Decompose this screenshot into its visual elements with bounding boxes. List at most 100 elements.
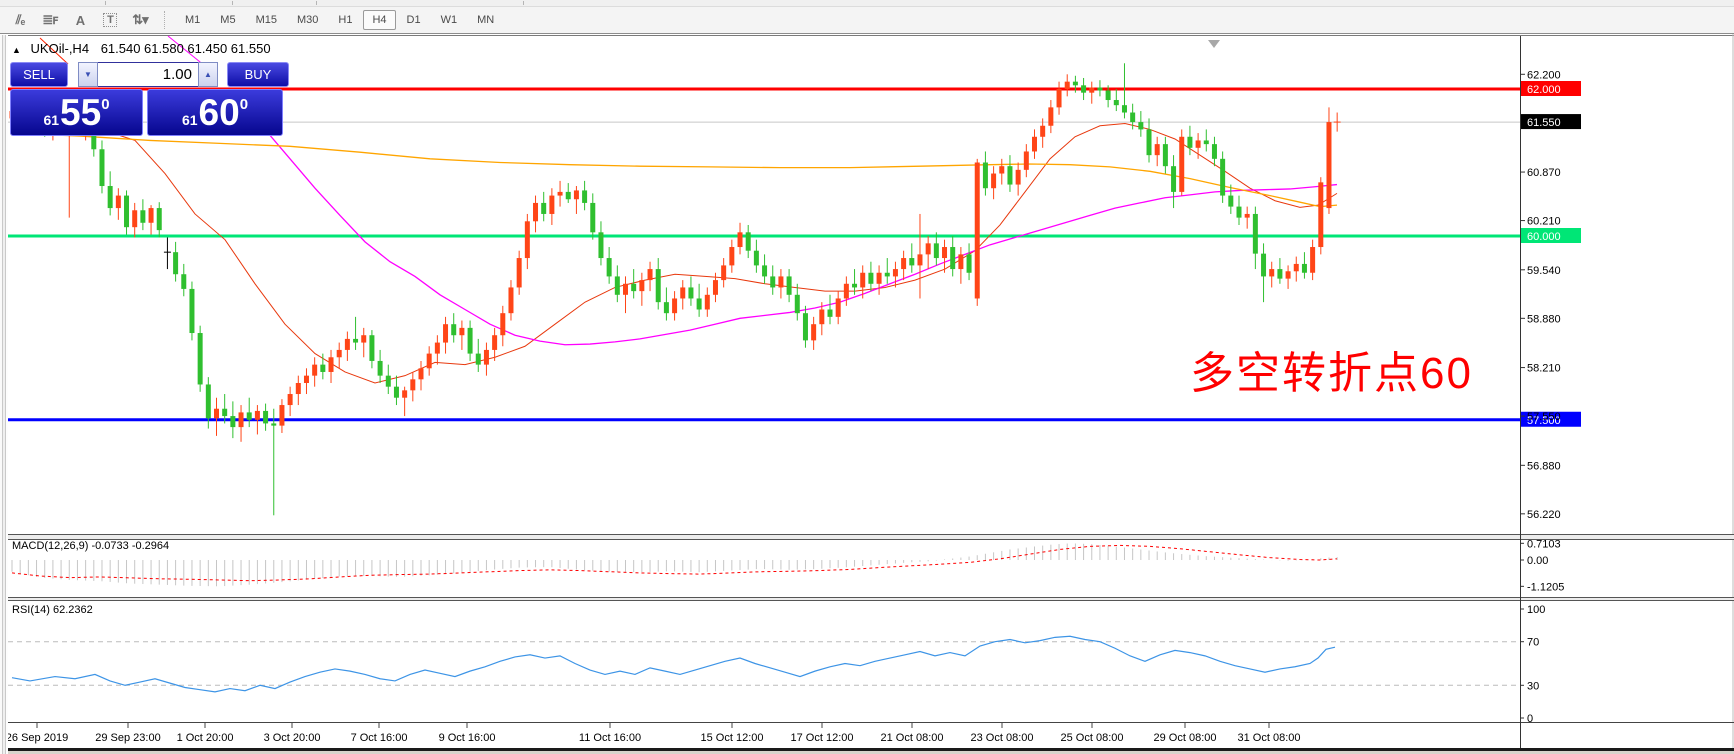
time-tick-label: 1 Oct 20:00 — [177, 732, 234, 744]
price-tick-label: 57.550 — [1527, 411, 1561, 423]
candle-body — [369, 335, 374, 361]
buy-price-pip: 0 — [240, 96, 248, 113]
candle-body — [116, 196, 121, 208]
candle-body — [868, 273, 873, 284]
candle-body — [312, 365, 317, 376]
candle-body — [566, 192, 571, 199]
candle-body — [1310, 247, 1315, 273]
timeframe-H1[interactable]: H1 — [329, 10, 361, 30]
buy-price-button[interactable]: 61 60 0 — [147, 89, 283, 136]
candle-body — [664, 302, 669, 313]
candle-body — [1318, 182, 1323, 247]
candle-body — [1302, 264, 1307, 273]
timeframe-MN[interactable]: MN — [468, 10, 503, 30]
candle-body — [991, 174, 996, 189]
candle-body — [623, 284, 628, 295]
candle-body — [214, 409, 219, 419]
candle-body — [893, 269, 898, 276]
candle-body — [926, 243, 931, 254]
candle-body — [705, 295, 710, 310]
candle-body — [778, 276, 783, 287]
candle-body — [288, 394, 293, 405]
sell-button[interactable]: SELL — [10, 62, 68, 87]
volume-decrease-button[interactable]: ▼ — [78, 62, 98, 87]
fibonacci-retracement-icon[interactable]: ≣ꜰ — [38, 10, 62, 30]
candle-body — [329, 357, 334, 372]
text-icon[interactable]: A — [68, 10, 92, 30]
candle-body — [427, 354, 432, 369]
candle-body — [713, 280, 718, 295]
buy-price-digits: 60 — [199, 94, 240, 131]
candle-body — [836, 298, 841, 316]
candle-body — [688, 287, 693, 298]
candle-body — [402, 390, 407, 397]
price-tick-label: 58.880 — [1527, 313, 1561, 325]
candle-body — [967, 254, 972, 272]
candle-body — [222, 409, 227, 416]
candle-body — [173, 252, 178, 274]
candle-body — [239, 412, 244, 427]
timeframe-M5[interactable]: M5 — [211, 10, 244, 30]
symbol-collapse-icon[interactable]: ▲ — [12, 45, 21, 55]
candle-body — [320, 365, 325, 372]
candle-body — [1163, 144, 1168, 166]
window-left-edge — [0, 35, 8, 754]
macd-axis-label: 0.7103 — [1527, 538, 1561, 550]
candle-body — [1073, 82, 1078, 86]
candle-body — [1106, 90, 1111, 100]
candle-body — [1130, 113, 1135, 123]
candle-body — [590, 203, 595, 232]
candle-body — [680, 287, 685, 298]
candle-body — [852, 284, 857, 288]
price-tick-label: 56.880 — [1527, 460, 1561, 472]
time-tick-label: 21 Oct 08:00 — [881, 732, 944, 744]
candle-body — [1057, 89, 1062, 107]
volume-input[interactable] — [98, 62, 198, 87]
time-tick-label: 26 Sep 2019 — [6, 732, 68, 744]
candle-body — [492, 335, 497, 350]
candle-body — [1294, 264, 1299, 271]
timeframe-M30[interactable]: M30 — [288, 10, 327, 30]
candle-body — [615, 276, 620, 294]
candle-body — [149, 208, 154, 223]
timeframe-W1[interactable]: W1 — [432, 10, 467, 30]
time-tick-label: 29 Sep 23:00 — [95, 732, 160, 744]
timeframe-M1[interactable]: M1 — [176, 10, 209, 30]
candle-body — [1228, 196, 1233, 207]
candle-body — [124, 196, 129, 228]
candle-body — [99, 149, 104, 186]
arrange-arrows-icon[interactable]: ⇅▾ — [128, 10, 152, 30]
price-tick-label: 58.210 — [1527, 363, 1561, 375]
rsi-indicator-label: RSI(14) 62.2362 — [12, 604, 93, 616]
volume-increase-button[interactable]: ▲ — [198, 62, 218, 87]
candle-body — [1155, 144, 1160, 155]
candle-body — [656, 269, 661, 302]
buy-button[interactable]: BUY — [227, 62, 289, 87]
candle-body — [754, 251, 759, 266]
candle-body — [394, 387, 399, 398]
candle-body — [1286, 271, 1291, 278]
candle-body — [803, 313, 808, 340]
candle-body — [648, 269, 653, 280]
candle-body — [844, 284, 849, 299]
candle-body — [721, 265, 726, 280]
candle-body — [271, 423, 276, 425]
timeframe-M15[interactable]: M15 — [247, 10, 286, 30]
candle-body — [337, 350, 342, 357]
candle-body — [1089, 88, 1094, 93]
candle-body — [345, 339, 350, 350]
candle-body — [508, 287, 513, 313]
candle-body — [1007, 166, 1012, 184]
candle-body — [361, 335, 366, 342]
candle-body — [860, 273, 865, 288]
time-tick-label: 3 Oct 20:00 — [264, 732, 321, 744]
text-label-icon[interactable]: T — [98, 10, 122, 30]
candle-body — [770, 276, 775, 287]
candle-body — [140, 210, 145, 222]
rsi-axis-label: 70 — [1527, 637, 1539, 649]
equidistant-channel-icon[interactable]: ⫽ₑ — [8, 10, 32, 30]
timeframe-H4[interactable]: H4 — [363, 10, 395, 30]
timeframe-D1[interactable]: D1 — [398, 10, 430, 30]
candle-body — [296, 383, 301, 394]
sell-price-button[interactable]: 61 55 0 — [10, 89, 143, 136]
